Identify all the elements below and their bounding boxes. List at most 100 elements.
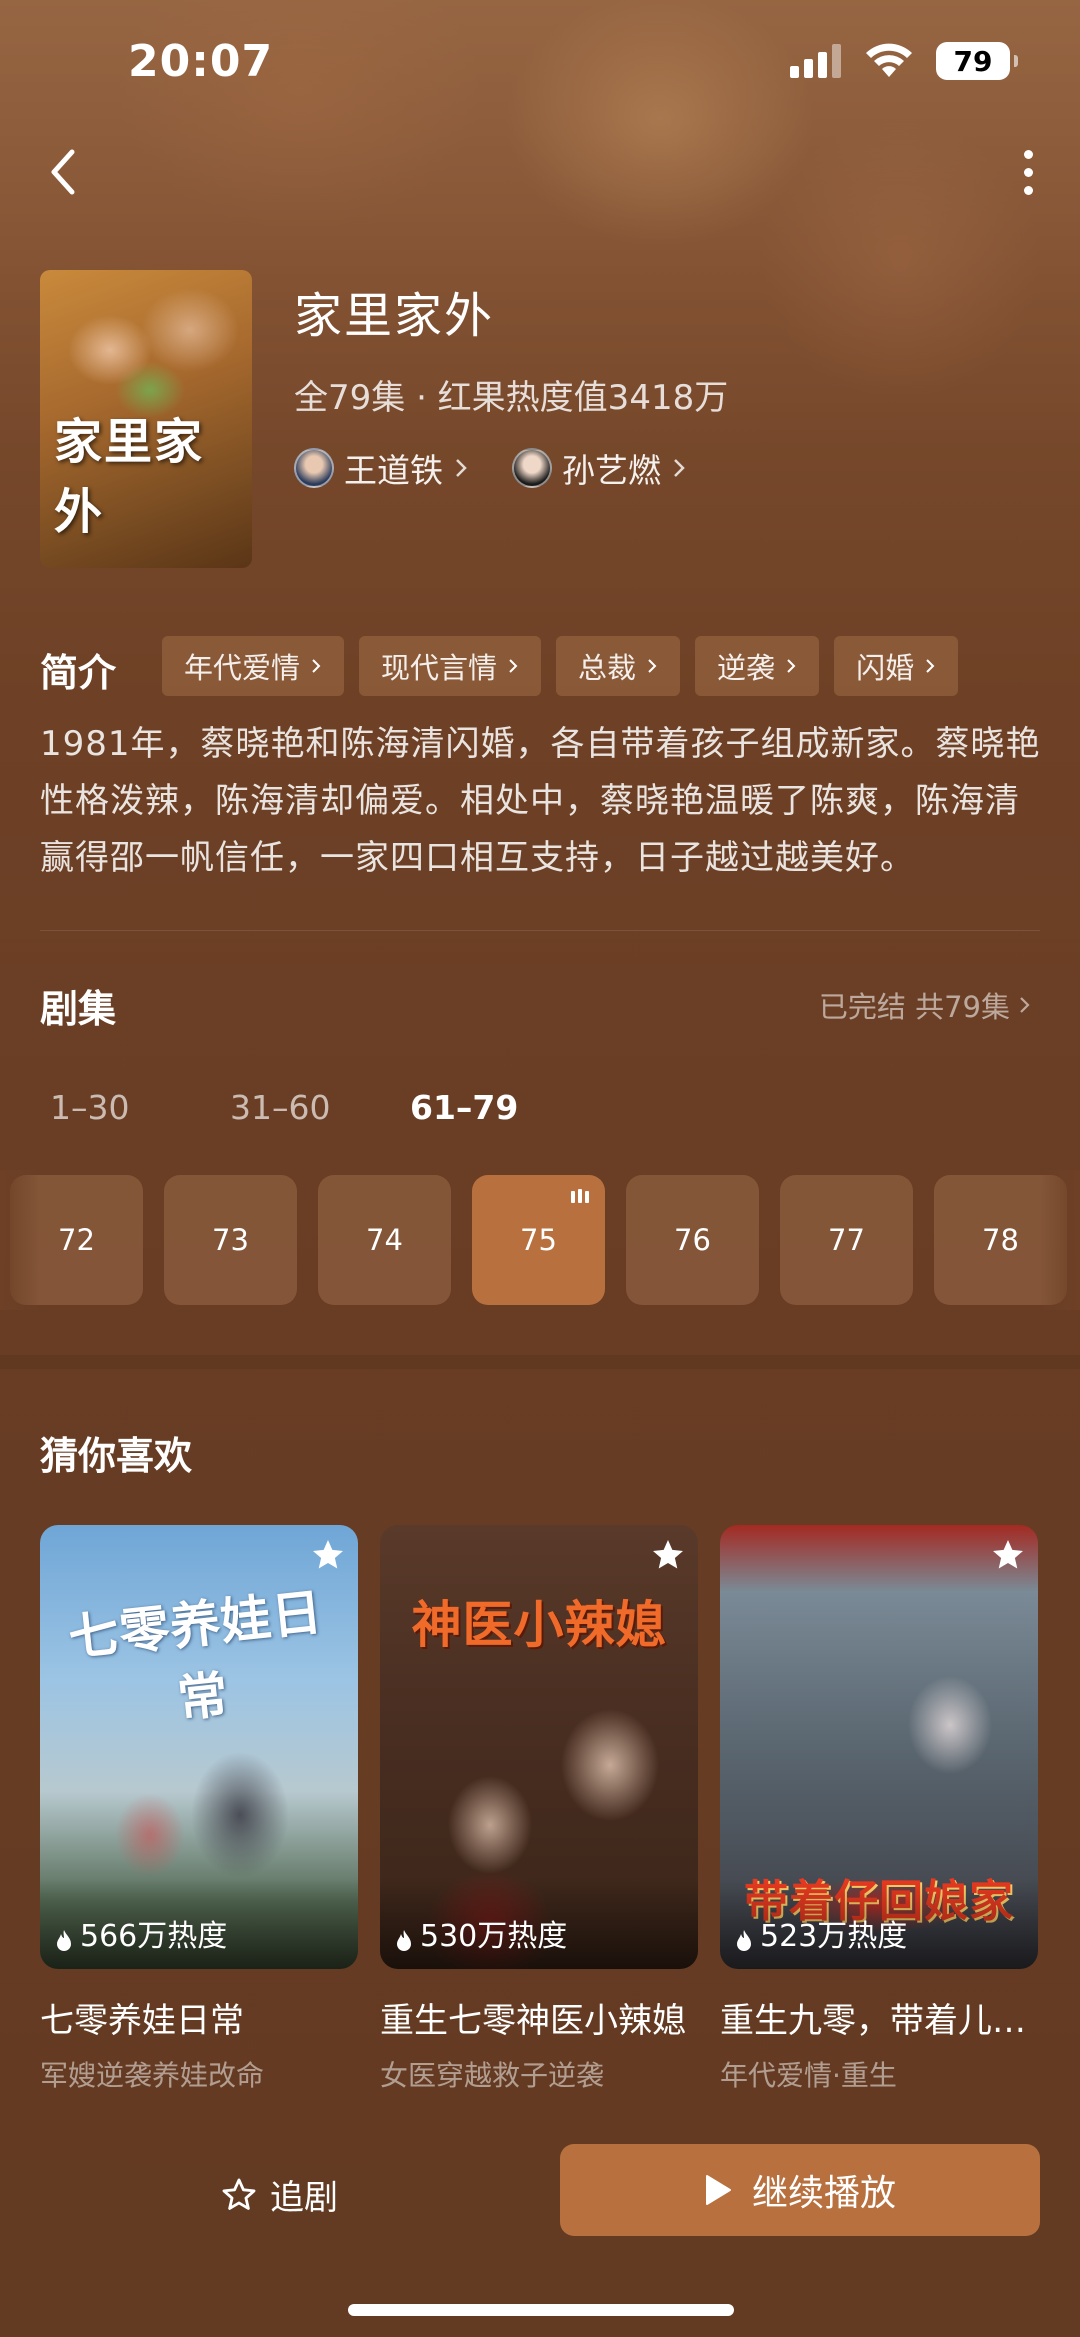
flame-icon [57, 1930, 71, 1951]
recommend-card[interactable]: 带着仔回娘家 523万热度 重生九零，带着儿… 年代爱情·重生 [720, 1525, 1038, 2094]
episode-button[interactable]: 76 [626, 1175, 759, 1305]
follow-button[interactable]: 追剧 [220, 2170, 338, 2219]
cast-member[interactable]: 王道铁 [294, 444, 469, 492]
episode-button[interactable]: 74 [318, 1175, 451, 1305]
heat-value: 530万热度 [420, 1919, 568, 1954]
signal-icon [790, 44, 841, 78]
home-indicator[interactable] [348, 2304, 734, 2316]
recommend-name: 重生七零神医小辣媳 [380, 2001, 686, 2041]
tag-label: 逆袭 [717, 651, 776, 685]
recommend-subtitle: 军嫂逆袭养娃改命 [40, 2059, 265, 2092]
cast-name: 王道铁 [344, 451, 443, 490]
tab-range-31-60[interactable]: 31–60 [230, 1088, 410, 1127]
flame-icon [397, 1930, 411, 1951]
episode-number: 73 [212, 1223, 249, 1257]
more-dot-icon [1023, 149, 1033, 159]
flame-icon [737, 1930, 751, 1951]
episodes-title: 剧集 [40, 987, 117, 1031]
recommend-name: 重生九零，带着儿… [720, 2001, 1026, 2041]
status-time: 20:07 [128, 36, 274, 87]
chevron-right-icon [674, 459, 685, 477]
recommend-title: 猜你喜欢 [40, 1434, 193, 1478]
show-poster[interactable]: 家里家外 [40, 270, 252, 568]
heat-badge: 523万热度 [720, 1879, 1038, 1969]
show-meta: 全79集 · 红果热度值3418万 [294, 378, 729, 418]
recommend-card[interactable]: 七零养娃日常 566万热度 七零养娃日常 军嫂逆袭养娃改命 [40, 1525, 358, 2094]
episode-range-tabs: 1–30 31–60 61–79 [50, 1088, 590, 1127]
synopsis-text: 1981年，蔡晓艳和陈海清闪婚，各自带着孩子组成新家。蔡晓艳性格泼辣，陈海清却偏… [40, 724, 1041, 878]
more-button[interactable] [1008, 142, 1048, 202]
chevron-right-icon [312, 659, 321, 673]
chevron-left-icon [51, 149, 75, 195]
more-dot-icon [1023, 167, 1033, 177]
heat-badge: 566万热度 [40, 1879, 358, 1969]
heat-badge: 530万热度 [380, 1879, 698, 1969]
divider [40, 930, 1040, 931]
section-separator [0, 1355, 1080, 1369]
chevron-right-icon [509, 659, 518, 673]
playing-indicator-icon [571, 1189, 589, 1203]
star-icon[interactable] [990, 1537, 1026, 1573]
tab-range-1-30[interactable]: 1–30 [50, 1088, 230, 1127]
recommend-card[interactable]: 神医小辣媳 530万热度 重生七零神医小辣媳 女医穿越救子逆袭 [380, 1525, 698, 2094]
play-icon [705, 2175, 731, 2205]
genre-tag[interactable]: 现代言情 [359, 636, 542, 696]
show-title: 家里家外 [294, 288, 495, 344]
wifi-icon [866, 43, 912, 77]
tag-label: 闪婚 [856, 651, 915, 685]
episode-number: 78 [982, 1223, 1019, 1257]
star-icon[interactable] [650, 1537, 686, 1573]
cover-title: 神医小辣媳 [411, 1595, 667, 1654]
recommend-cover: 带着仔回娘家 523万热度 [720, 1525, 1038, 1969]
genre-tags: 年代爱情 现代言情 总裁 逆袭 闪婚 [162, 636, 959, 696]
poster-title: 家里家外 [54, 414, 205, 540]
chevron-right-icon [787, 659, 796, 673]
genre-tag[interactable]: 总裁 [556, 636, 681, 696]
recommend-cover: 神医小辣媳 530万热度 [380, 1525, 698, 1969]
cast-name: 孙艺燃 [562, 451, 661, 490]
genre-tag[interactable]: 逆袭 [695, 636, 820, 696]
more-dot-icon [1023, 185, 1033, 195]
chevron-right-icon [648, 659, 657, 673]
episode-number: 74 [366, 1223, 403, 1257]
cast-member[interactable]: 孙艺燃 [512, 444, 687, 492]
scroll-fade [0, 1170, 40, 1310]
episodes-status-link[interactable]: 已完结 共79集 [819, 984, 1032, 1026]
avatar [512, 448, 552, 488]
tag-label: 总裁 [578, 651, 637, 685]
episode-number: 77 [828, 1223, 865, 1257]
scroll-fade [1040, 1170, 1080, 1310]
tag-label: 年代爱情 [184, 651, 301, 685]
recommend-name: 七零养娃日常 [40, 2001, 244, 2041]
genre-tag[interactable]: 年代爱情 [162, 636, 345, 696]
recommend-subtitle: 女医穿越救子逆袭 [380, 2059, 605, 2092]
episode-list: 72 73 74 75 76 77 78 [10, 1175, 1067, 1305]
heat-value: 566万热度 [80, 1919, 228, 1954]
episode-button[interactable]: 77 [780, 1175, 913, 1305]
episode-number: 72 [58, 1223, 95, 1257]
cover-title: 七零养娃日常 [65, 1582, 326, 1729]
continue-play-button[interactable]: 继续播放 [560, 2144, 1040, 2236]
status-icons: 79 [790, 42, 1018, 80]
genre-tag[interactable]: 闪婚 [834, 636, 959, 696]
chevron-right-icon [926, 659, 935, 673]
recommend-subtitle: 年代爱情·重生 [720, 2059, 897, 2092]
follow-label: 追剧 [270, 2178, 338, 2218]
intro-label: 简介 [40, 651, 117, 695]
heat-value: 523万热度 [760, 1919, 908, 1954]
chevron-right-icon [1020, 997, 1030, 1013]
episodes-status: 已完结 共79集 [818, 990, 1010, 1024]
episode-button[interactable]: 73 [164, 1175, 297, 1305]
chevron-right-icon [456, 459, 467, 477]
battery-indicator: 79 [936, 42, 1018, 80]
play-label: 继续播放 [751, 2173, 896, 2214]
star-outline-icon [222, 2178, 256, 2210]
star-icon[interactable] [310, 1537, 346, 1573]
recommend-list: 七零养娃日常 566万热度 七零养娃日常 军嫂逆袭养娃改命 神医小辣媳 530万… [40, 1525, 1038, 2094]
recommend-cover: 七零养娃日常 566万热度 [40, 1525, 358, 1969]
avatar [294, 448, 334, 488]
tab-range-61-79[interactable]: 61–79 [410, 1088, 590, 1127]
tag-label: 现代言情 [381, 651, 498, 685]
back-button[interactable] [40, 142, 90, 202]
episode-button-current[interactable]: 75 [472, 1175, 605, 1305]
